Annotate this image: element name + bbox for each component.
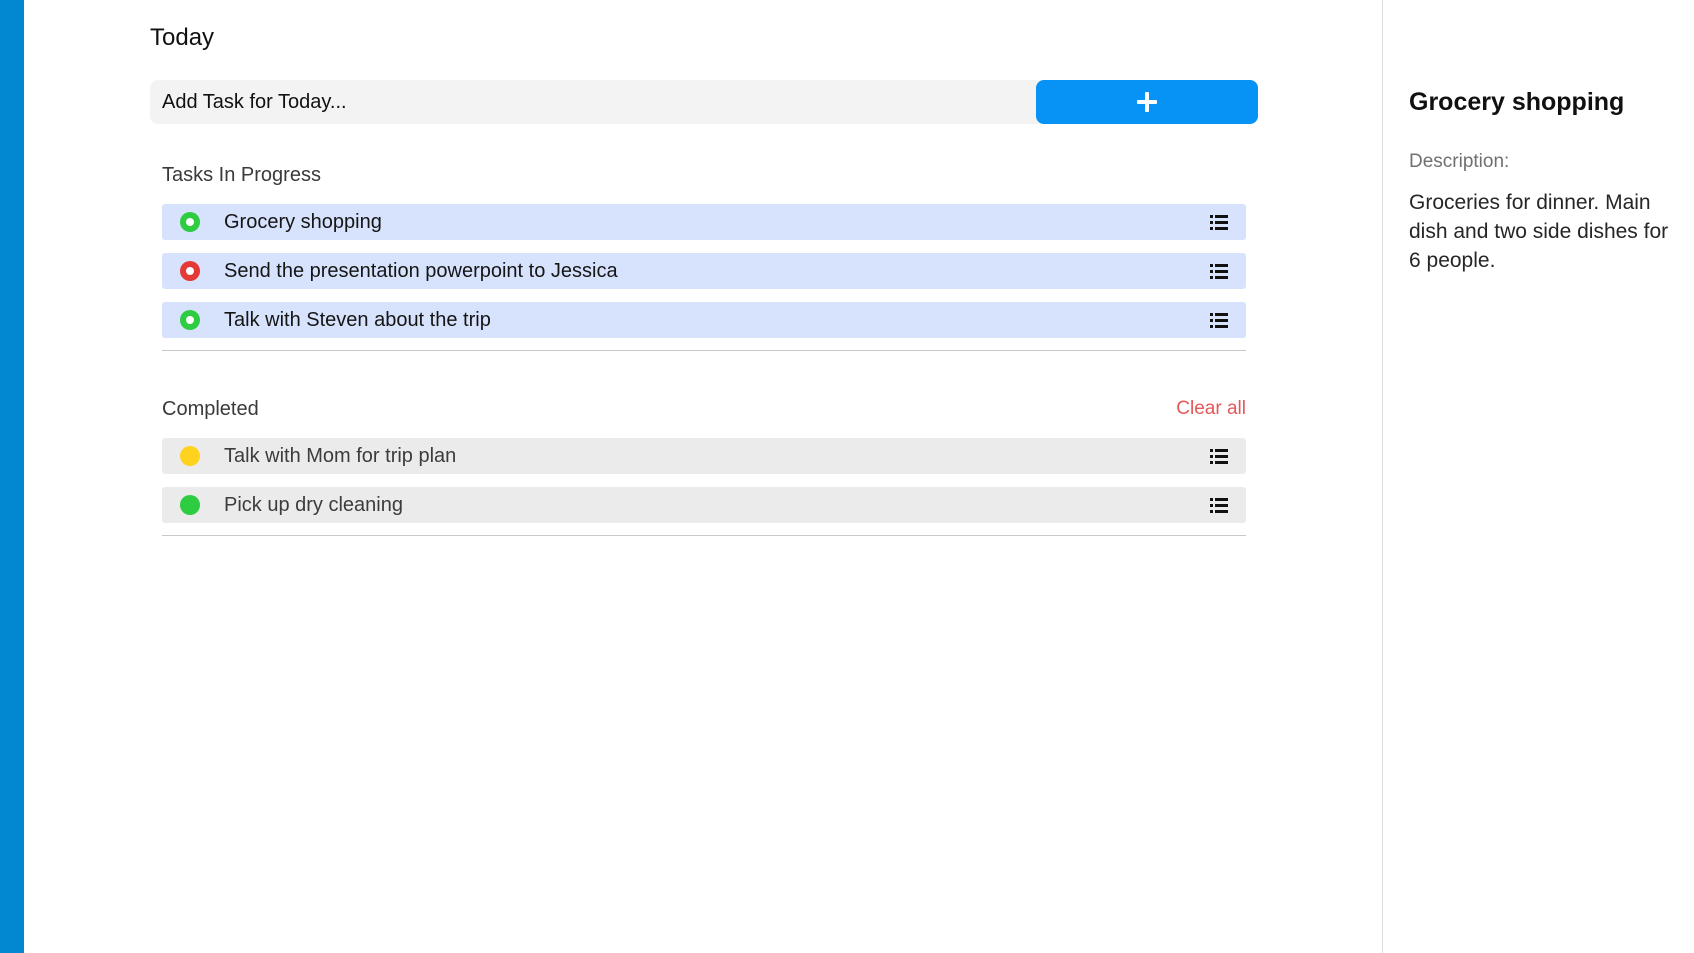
plus-icon bbox=[1137, 92, 1157, 112]
task-label: Pick up dry cleaning bbox=[224, 494, 403, 516]
description-text: Groceries for dinner. Main dish and two … bbox=[1409, 191, 1669, 272]
in-progress-list: Grocery shopping Send the presentation po… bbox=[162, 204, 1246, 338]
description-label: Description: bbox=[1409, 151, 1510, 172]
add-task-input[interactable] bbox=[150, 80, 1040, 124]
main-panel: Today Tasks In Progress Grocery shopping… bbox=[24, 0, 1382, 953]
status-dot-icon[interactable] bbox=[180, 446, 200, 466]
task-label: Send the presentation powerpoint to Jess… bbox=[224, 260, 618, 282]
in-progress-divider bbox=[162, 350, 1246, 351]
status-dot-icon[interactable] bbox=[180, 495, 200, 515]
task-row[interactable]: Pick up dry cleaning bbox=[162, 487, 1246, 523]
task-details-icon[interactable] bbox=[1210, 496, 1228, 514]
details-title: Grocery shopping bbox=[1409, 88, 1625, 116]
task-row[interactable]: Grocery shopping bbox=[162, 204, 1246, 240]
task-row[interactable]: Talk with Mom for trip plan bbox=[162, 438, 1246, 474]
left-accent-strip bbox=[0, 0, 24, 953]
clear-all-link[interactable]: Clear all bbox=[1176, 398, 1246, 420]
task-details-icon[interactable] bbox=[1210, 311, 1228, 329]
task-label: Talk with Steven about the trip bbox=[224, 309, 491, 331]
task-details-icon[interactable] bbox=[1210, 262, 1228, 280]
todo-app: Today Tasks In Progress Grocery shopping… bbox=[0, 0, 1694, 953]
task-row[interactable]: Send the presentation powerpoint to Jess… bbox=[162, 253, 1246, 289]
task-details-panel: Grocery shopping Description: Groceries … bbox=[1382, 0, 1694, 953]
status-dot-icon[interactable] bbox=[180, 261, 200, 281]
in-progress-label: Tasks In Progress bbox=[162, 163, 321, 186]
completed-label: Completed bbox=[162, 397, 259, 420]
completed-header: Completed Clear all bbox=[162, 394, 1246, 424]
task-label: Talk with Mom for trip plan bbox=[224, 445, 457, 467]
add-task-button[interactable] bbox=[1036, 80, 1258, 124]
page-title: Today bbox=[150, 24, 215, 51]
add-task-bar bbox=[150, 80, 1258, 124]
task-label: Grocery shopping bbox=[224, 211, 382, 233]
completed-section: Completed Clear all Talk with Mom for tr… bbox=[162, 394, 1246, 536]
task-details-icon[interactable] bbox=[1210, 213, 1228, 231]
status-dot-icon[interactable] bbox=[180, 310, 200, 330]
task-details-icon[interactable] bbox=[1210, 447, 1228, 465]
completed-list: Talk with Mom for trip plan Pick up dry c… bbox=[162, 438, 1246, 523]
task-row[interactable]: Talk with Steven about the trip bbox=[162, 302, 1246, 338]
in-progress-section: Tasks In Progress Grocery shopping Send t… bbox=[162, 160, 1246, 351]
completed-divider bbox=[162, 535, 1246, 536]
status-dot-icon[interactable] bbox=[180, 212, 200, 232]
in-progress-header: Tasks In Progress bbox=[162, 160, 1246, 190]
